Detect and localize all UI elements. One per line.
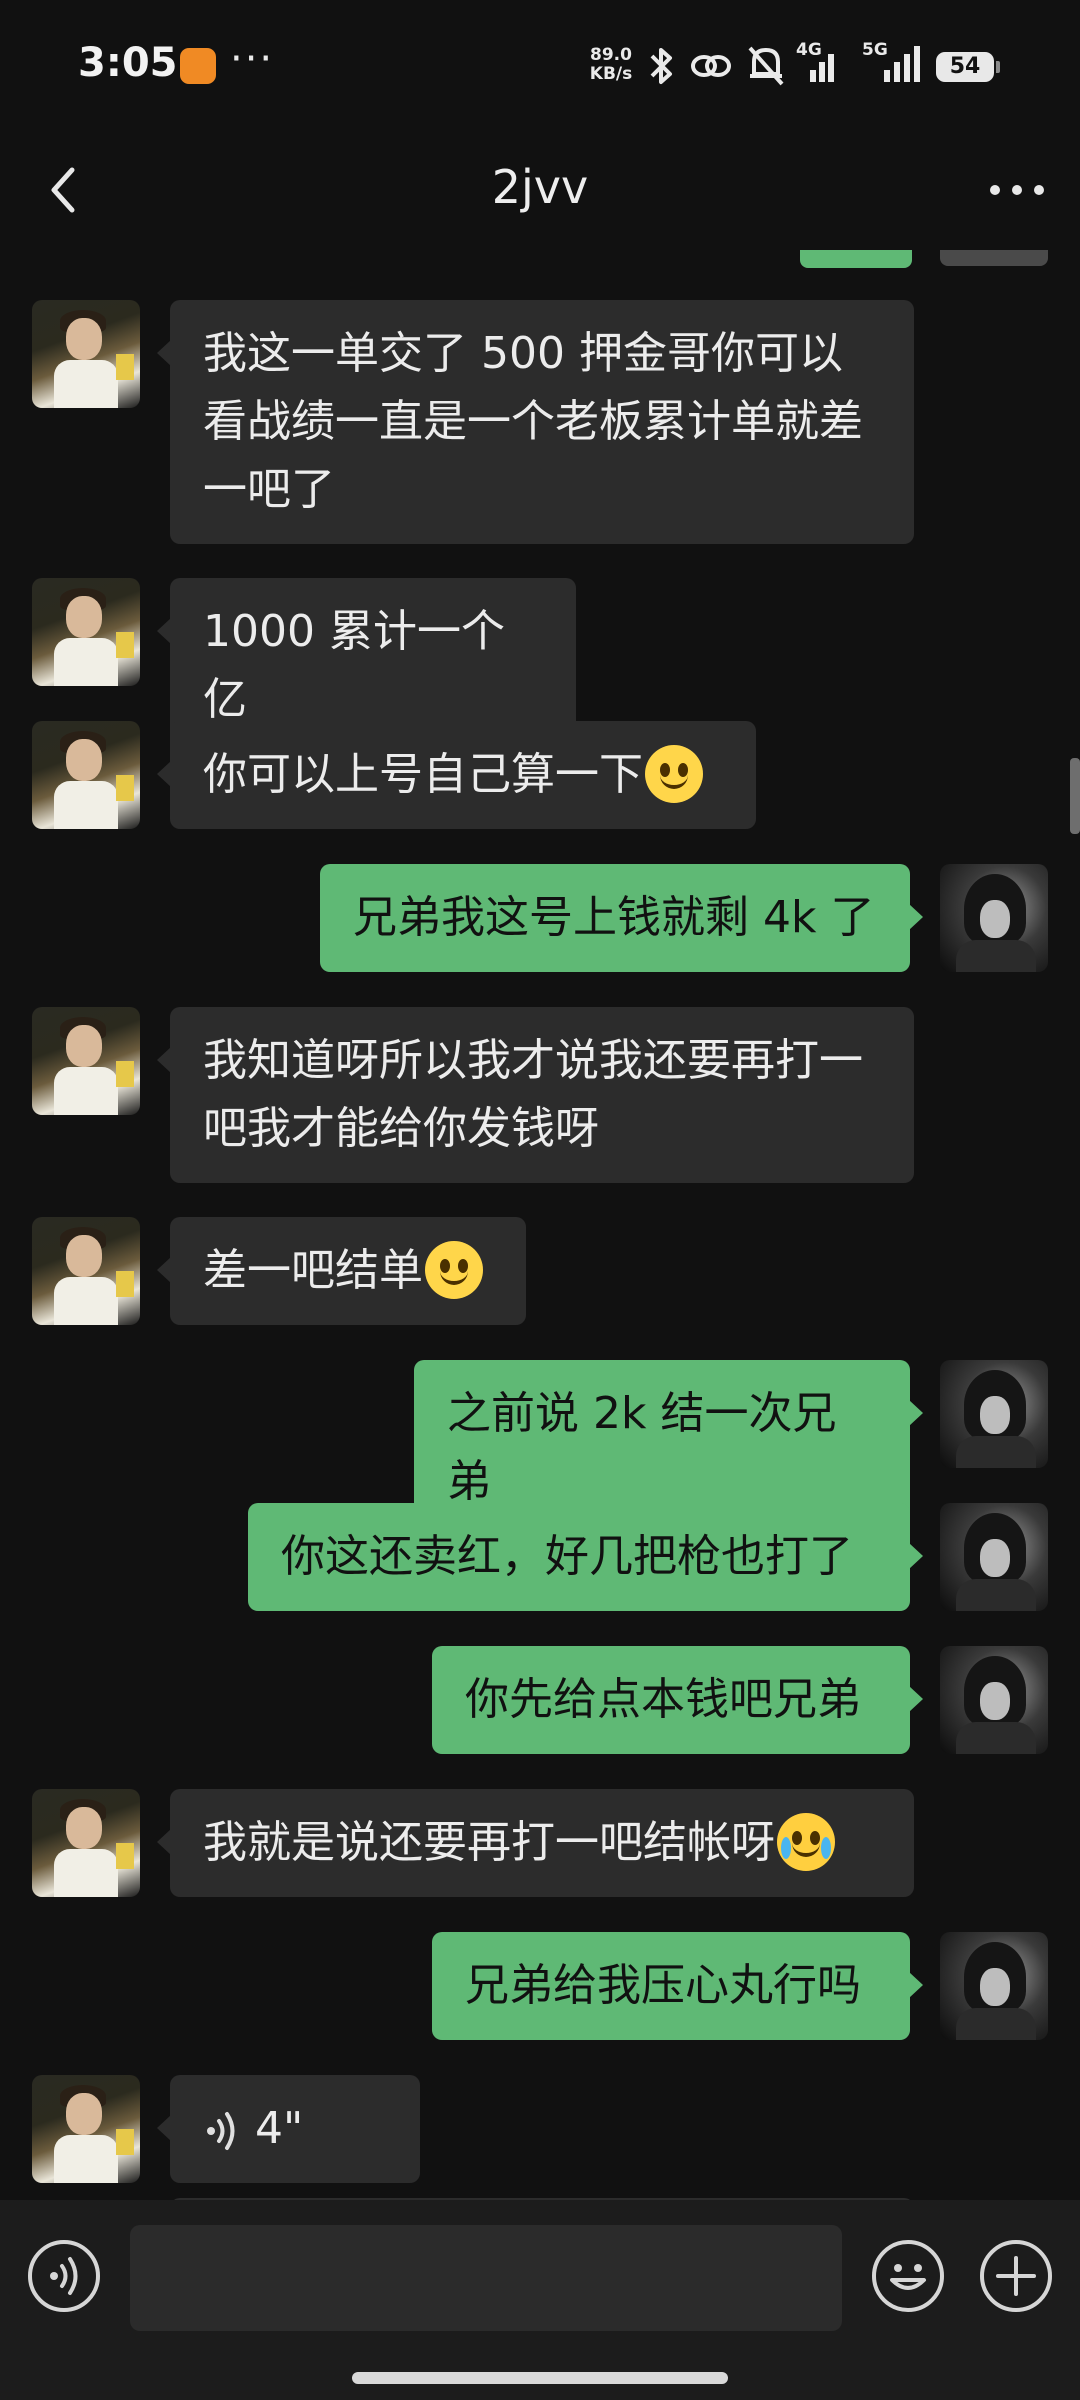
emoji-button[interactable] <box>872 2240 944 2312</box>
received-message-bubble[interactable]: 我这一单交了 500 押金哥你可以看战绩一直是一个老板累计单就差一吧了 <box>157 300 914 544</box>
contact-avatar[interactable] <box>32 1007 140 1115</box>
chat-title: 2jvv <box>491 160 589 214</box>
plus-icon <box>996 2256 1036 2296</box>
home-indicator[interactable] <box>352 2372 728 2384</box>
sent-message-bubble[interactable]: 兄弟我这号上钱就剩 4k 了 <box>320 864 923 972</box>
my-avatar[interactable] <box>940 1932 1048 2040</box>
signal-5g-icon: 5G <box>862 40 930 86</box>
message-text: 你可以上号自己算一下 <box>203 749 643 800</box>
mute-bell-icon <box>748 46 784 86</box>
partial-sent-bubble <box>800 250 912 268</box>
contact-avatar[interactable] <box>32 578 140 686</box>
smile-emoji-icon <box>425 1241 483 1299</box>
message-text: 兄弟我这号上钱就剩 4k 了 <box>353 892 875 943</box>
message-text: 你先给点本钱吧兄弟 <box>465 1674 861 1725</box>
received-message-bubble[interactable]: 差一吧结单 <box>157 1217 526 1325</box>
more-dots-icon[interactable] <box>982 160 1052 220</box>
received-message-bubble[interactable]: 我就是说还要再打一吧结帐呀 <box>157 1789 914 1897</box>
contact-avatar[interactable] <box>32 721 140 829</box>
laugh-cry-emoji-icon <box>777 1813 835 1871</box>
app-notification-icon <box>180 48 216 84</box>
network-speed-value: 89.0 <box>590 45 632 65</box>
chat-header: 2jvv <box>0 130 1080 255</box>
smile-emoji-icon <box>645 745 703 803</box>
message-text: 之前说 2k 结一次兄弟 <box>447 1388 837 1507</box>
message-text: 你这还卖红，好几把枪也打了 <box>281 1531 853 1582</box>
voice-duration: 4" <box>255 2103 304 2154</box>
network-speed: 89.0 KB/s <box>584 46 638 84</box>
sent-message-bubble[interactable]: 你这还卖红，好几把枪也打了 <box>248 1503 923 1611</box>
my-avatar[interactable] <box>940 1646 1048 1754</box>
message-text: 我知道呀所以我才说我还要再打一吧我才能给你发钱呀 <box>203 1035 863 1154</box>
sent-message-bubble[interactable]: 你先给点本钱吧兄弟 <box>432 1646 923 1754</box>
network-speed-unit: KB/s <box>589 64 633 84</box>
my-avatar[interactable] <box>940 1360 1048 1468</box>
my-avatar[interactable] <box>940 864 1048 972</box>
status-time: 3:05 <box>78 40 178 86</box>
message-list[interactable]: 我这一单交了 500 押金哥你可以看战绩一直是一个老板累计单就差一吧了 1000… <box>0 250 1080 2200</box>
message-text: 差一吧结单 <box>203 1245 423 1296</box>
voice-message-bubble[interactable]: 4" <box>157 2075 420 2183</box>
status-bar: 3:05 ··· 89.0 KB/s 4G 5G 54 <box>0 0 1080 130</box>
message-text: 兄弟给我压心丸行吗 <box>465 1960 861 2011</box>
partial-avatar <box>940 250 1048 266</box>
message-text: 我这一单交了 500 押金哥你可以看战绩一直是一个老板累计单就差一吧了 <box>203 328 863 515</box>
emoji-icon <box>890 2264 926 2290</box>
link-icon <box>691 55 731 77</box>
contact-avatar[interactable] <box>32 2075 140 2183</box>
contact-avatar[interactable] <box>32 300 140 408</box>
plus-button[interactable] <box>980 2240 1052 2312</box>
battery-icon: 54 <box>936 52 1000 82</box>
signal-4g-label: 4G <box>796 40 822 60</box>
received-message-bubble[interactable]: 我知道呀所以我才说我还要再打一吧我才能给你发钱呀 <box>157 1007 914 1183</box>
received-message-bubble[interactable]: 你可以上号自己算一下 <box>157 721 756 829</box>
signal-4g-icon: 4G <box>796 40 840 86</box>
bluetooth-icon <box>650 48 672 84</box>
contact-avatar[interactable] <box>32 1217 140 1325</box>
voice-mode-button[interactable] <box>28 2240 100 2312</box>
more-notifications-icon: ··· <box>230 36 275 82</box>
voice-mode-icon <box>50 2257 78 2295</box>
message-input[interactable] <box>130 2225 842 2331</box>
sent-message-bubble[interactable]: 兄弟给我压心丸行吗 <box>432 1932 923 2040</box>
my-avatar[interactable] <box>940 1503 1048 1611</box>
contact-avatar[interactable] <box>32 1789 140 1897</box>
message-text: 我就是说还要再打一吧结帐呀 <box>203 1817 775 1868</box>
scrollbar[interactable] <box>1070 758 1080 834</box>
signal-5g-label: 5G <box>862 40 888 60</box>
voice-wave-icon <box>207 2112 235 2150</box>
message-text: 1000 累计一个亿 <box>203 606 505 725</box>
input-bar <box>0 2200 1080 2400</box>
